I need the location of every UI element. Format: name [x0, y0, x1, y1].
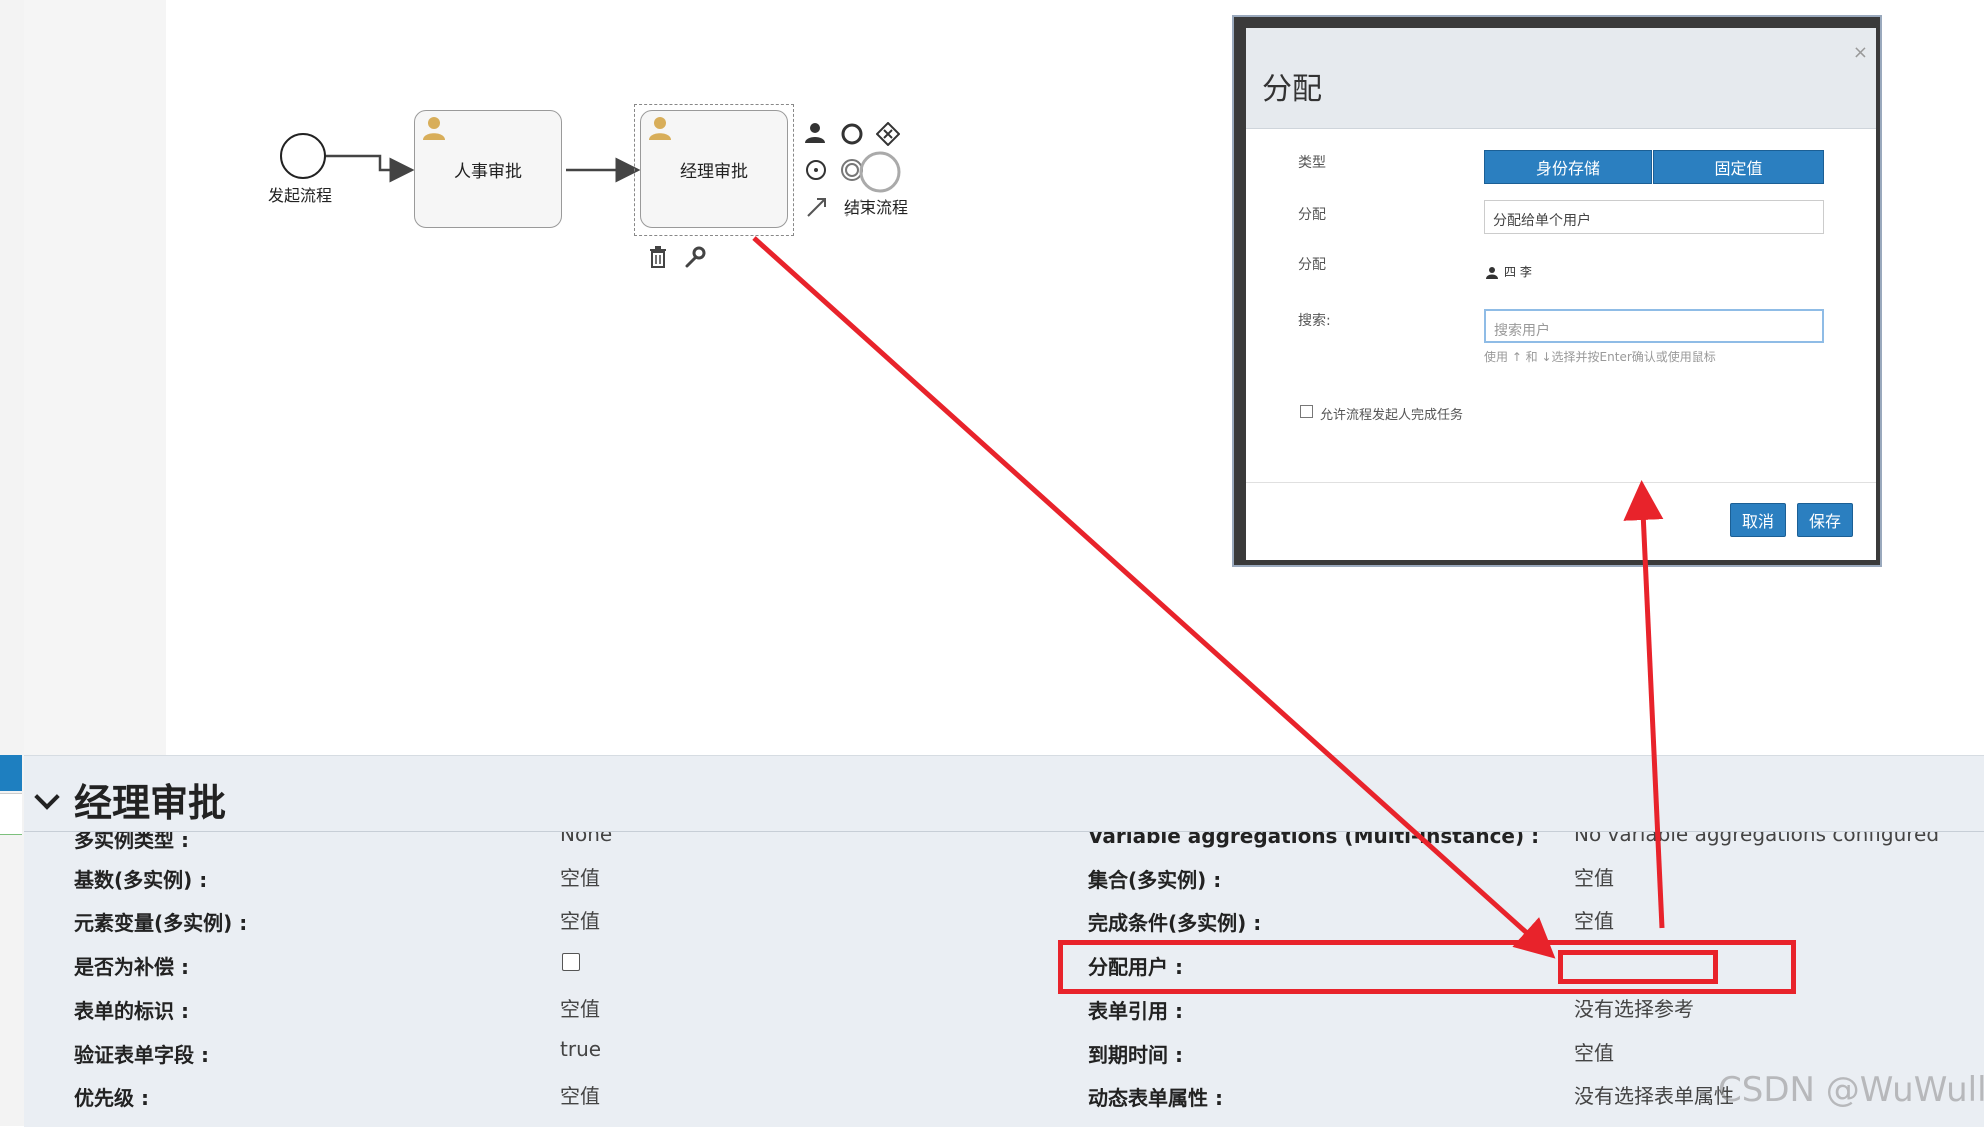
- arrow-assignment-to-dialog: [1623, 480, 1665, 929]
- annotation-arrows: [752, 236, 1665, 959]
- arrow-task-to-assignment: [752, 236, 1556, 959]
